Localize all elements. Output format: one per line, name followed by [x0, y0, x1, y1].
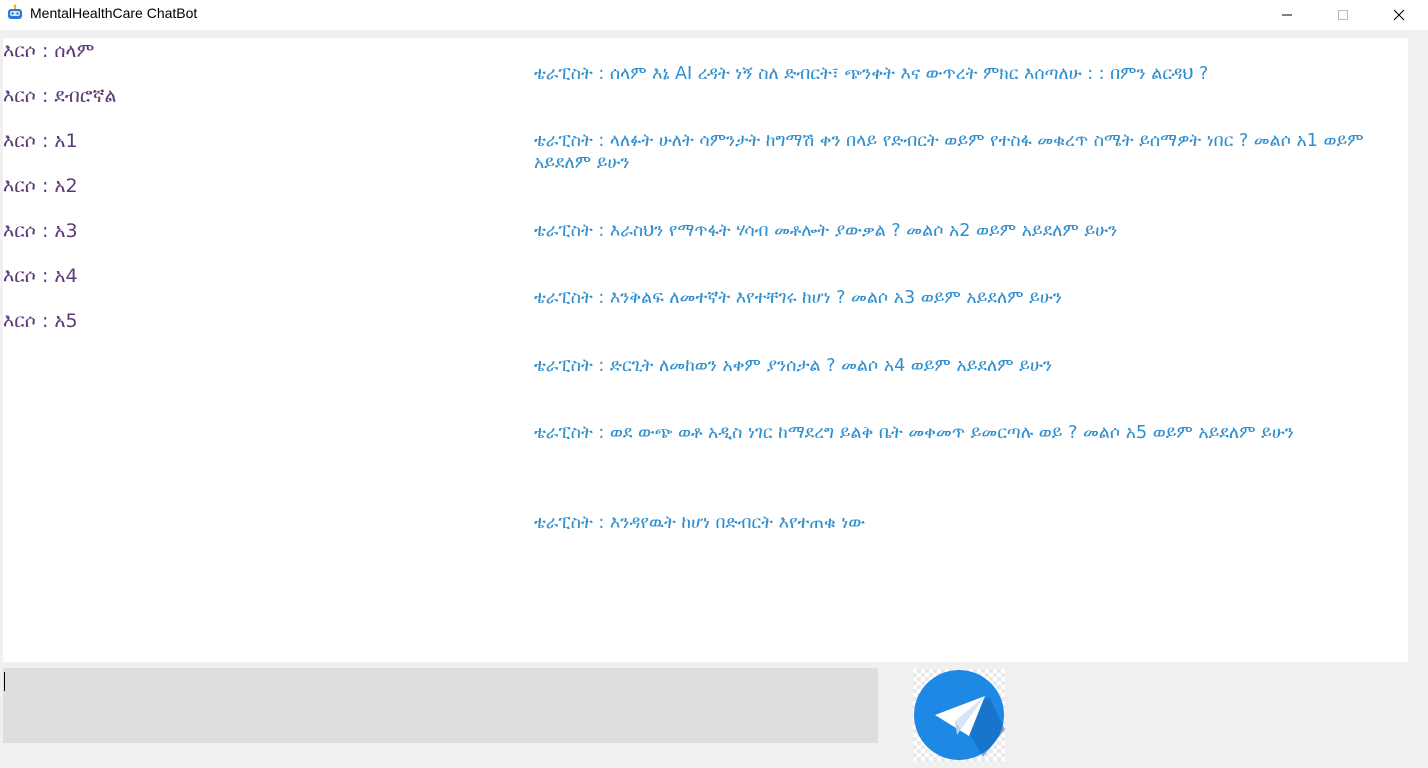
bot-message: ቴራፒስት : እንቅልፍ ለመተኛት እየተቸገሩ ከሆነ ? መልሶ አ3 …: [534, 288, 1062, 308]
chat-scrollbar[interactable]: [1408, 38, 1428, 662]
user-message: እርሶ : ሰላም: [3, 40, 95, 62]
maximize-icon: [1338, 10, 1348, 20]
bot-message: ቴራፒስት : እራስህን የማጥፋት ሃሳብ መቶሎት ያውቃል ? መልሶ …: [534, 221, 1118, 241]
user-message: እርሶ : አ1: [3, 130, 78, 152]
chat-transcript[interactable]: እርሶ : ሰላም እርሶ : ደብሮኛል እርሶ : አ1 እርሶ : አ2 …: [3, 38, 1408, 662]
close-button[interactable]: [1376, 0, 1422, 30]
bot-message: ቴራፒስት : ላለፉት ሁለት ሳምንታት ከግማሽ ቀን በላይ የድብርት…: [534, 131, 1364, 173]
bot-message: ቴራፒስት : ወደ ውጭ ወቶ አዲስ ነገር ከማደረግ ይልቅ ቤት መቀ…: [534, 423, 1294, 443]
maximize-button[interactable]: [1320, 0, 1366, 30]
user-message: እርሶ : አ4: [3, 265, 78, 287]
message-input[interactable]: [3, 668, 878, 743]
user-message: እርሶ : አ2: [3, 175, 78, 197]
send-button[interactable]: [913, 669, 1005, 761]
close-icon: [1393, 9, 1405, 21]
user-message: እርሶ : አ5: [3, 310, 78, 332]
chatbot-app-icon: [8, 4, 22, 19]
bot-message: ቴራፒስት : ድርጊት ለመከወን አቀም ያንሰታል ? መልሶ አ4 ወይ…: [534, 356, 1053, 376]
user-message: እርሶ : ደብሮኛል: [3, 85, 117, 107]
text-caret: [4, 672, 5, 691]
paper-plane-icon: [914, 670, 1005, 760]
bot-message: ቴራፒስት : ሰላም እኔ AI ረዳት ነኝ ስለ ድብርት፣ ጭንቀት እ…: [534, 64, 1209, 84]
minimize-button[interactable]: [1264, 0, 1310, 30]
minimize-icon: [1282, 14, 1292, 16]
bot-message: ቴራፒስት : እንዳየዉት ከሆነ በድብርት እየተጠቁ ነው: [534, 513, 866, 533]
title-bar: MentalHealthCare ChatBot: [0, 0, 1428, 30]
user-message: እርሶ : አ3: [3, 220, 78, 242]
window-title: MentalHealthCare ChatBot: [30, 5, 198, 21]
